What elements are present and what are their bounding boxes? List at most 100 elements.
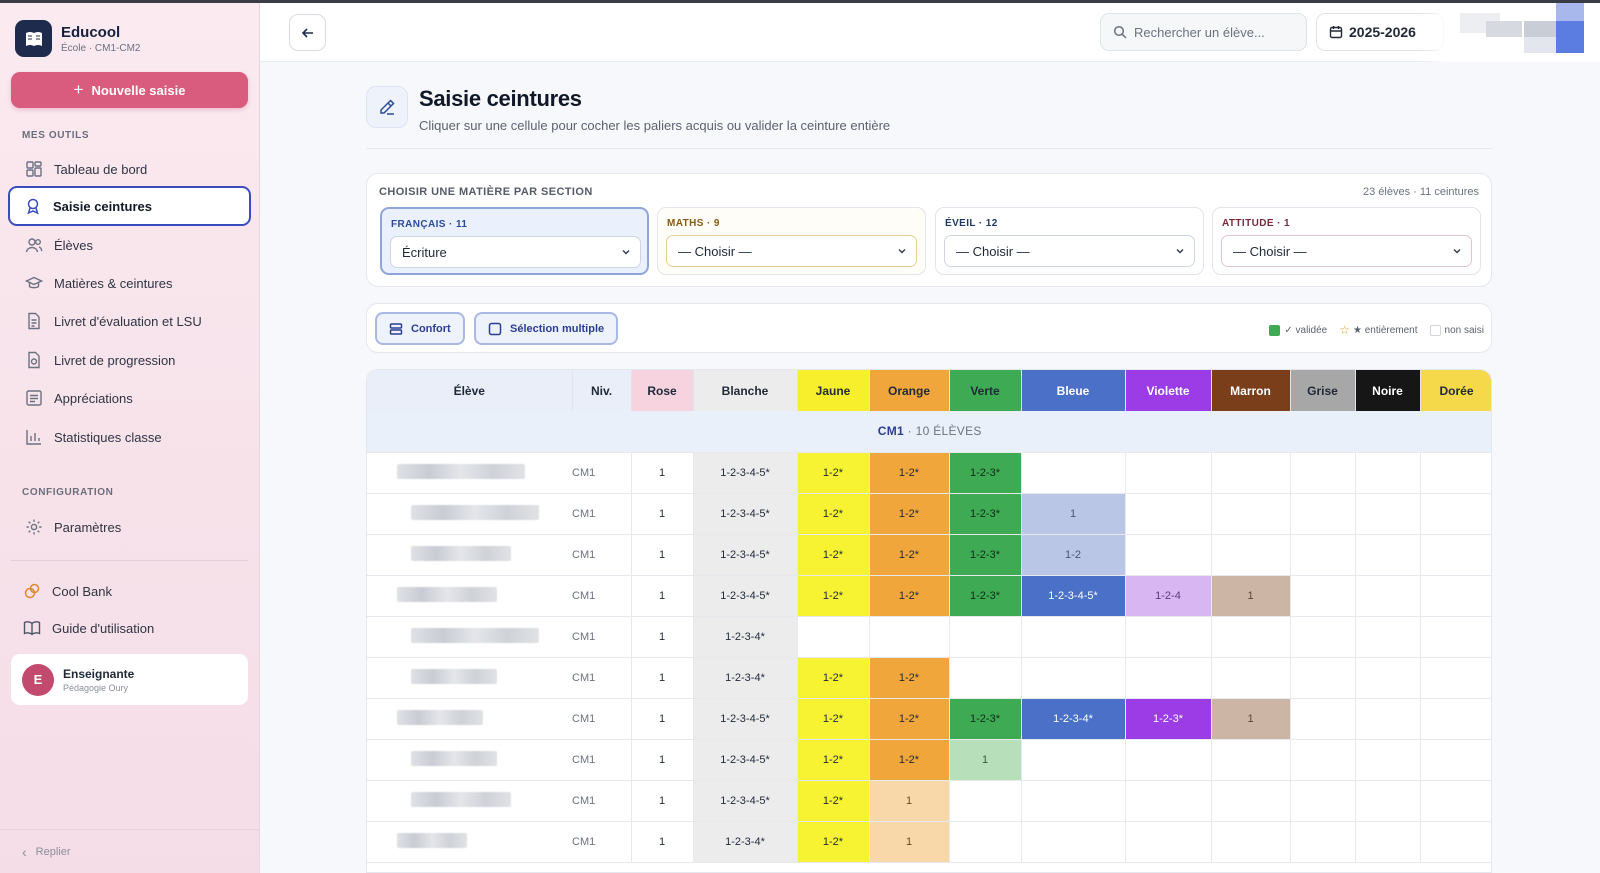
collapse-sidebar-button[interactable]: ‹ Replier	[0, 829, 260, 873]
belt-cell-verte[interactable]	[949, 657, 1022, 699]
belt-cell-noire[interactable]	[1355, 698, 1421, 740]
student-name-cell[interactable]	[367, 534, 572, 576]
comfort-mode-button[interactable]: Confort	[375, 312, 465, 345]
belt-cell-violette[interactable]	[1125, 657, 1212, 699]
belt-cell-violette[interactable]: 1-2-3*	[1125, 698, 1212, 740]
belt-cell-bleue[interactable]: 1	[1021, 493, 1126, 535]
back-button[interactable]	[289, 14, 326, 51]
belt-cell-verte[interactable]: 1-2-3*	[949, 534, 1022, 576]
belt-cell-verte[interactable]	[949, 821, 1022, 863]
belt-cell-verte[interactable]: 1-2-3*	[949, 698, 1022, 740]
belt-cell-violette[interactable]	[1125, 616, 1212, 658]
sidebar-item-statistics[interactable]: Statistiques classe	[11, 417, 251, 457]
sidebar-item-progress-booklet[interactable]: Livret de progression	[11, 340, 251, 380]
belt-cell-grise[interactable]	[1290, 821, 1356, 863]
belt-cell-rose[interactable]: 1	[631, 452, 694, 494]
belt-cell-jaune[interactable]: 1-2*	[797, 452, 870, 494]
belt-cell-blanche[interactable]: 1-2-3-4-5*	[693, 780, 798, 822]
belt-cell-violette[interactable]	[1125, 780, 1212, 822]
sidebar-item-dashboard[interactable]: Tableau de bord	[11, 149, 251, 189]
belt-cell-rose[interactable]: 1	[631, 575, 694, 617]
belt-cell-jaune[interactable]: 1-2*	[797, 698, 870, 740]
belt-cell-grise[interactable]	[1290, 616, 1356, 658]
belt-cell-orange[interactable]	[869, 616, 950, 658]
belt-cell-doree[interactable]	[1420, 821, 1491, 863]
belt-cell-doree[interactable]	[1420, 780, 1491, 822]
belt-cell-rose[interactable]: 1	[631, 780, 694, 822]
belt-cell-rose[interactable]: 1	[631, 657, 694, 699]
belt-cell-marron[interactable]	[1211, 780, 1291, 822]
sidebar-item-settings[interactable]: Paramètres	[11, 507, 251, 547]
belt-cell-grise[interactable]	[1290, 493, 1356, 535]
student-name-cell[interactable]	[367, 616, 572, 658]
belt-cell-blanche[interactable]: 1-2-3-4-5*	[693, 575, 798, 617]
belt-cell-violette[interactable]	[1125, 821, 1212, 863]
student-search-input[interactable]: Rechercher un élève...	[1100, 13, 1307, 51]
subject-select-francais[interactable]: Écriture	[390, 236, 641, 268]
belt-cell-bleue[interactable]	[1021, 616, 1126, 658]
belt-cell-violette[interactable]	[1125, 739, 1212, 781]
belt-cell-jaune[interactable]: 1-2*	[797, 493, 870, 535]
belt-cell-orange[interactable]: 1	[869, 780, 950, 822]
belt-cell-blanche[interactable]: 1-2-3-4-5*	[693, 739, 798, 781]
brand[interactable]: Educool École · CM1-CM2	[15, 20, 140, 57]
belt-cell-rose[interactable]: 1	[631, 698, 694, 740]
sidebar-item-students[interactable]: Élèves	[11, 225, 251, 265]
belt-cell-blanche[interactable]: 1-2-3-4-5*	[693, 698, 798, 740]
subject-card-eveil[interactable]: ÉVEIL · 12 — Choisir —	[935, 207, 1204, 275]
student-name-cell[interactable]	[367, 739, 572, 781]
belt-cell-bleue[interactable]	[1021, 739, 1126, 781]
belt-cell-jaune[interactable]	[797, 616, 870, 658]
belt-cell-rose[interactable]: 1	[631, 493, 694, 535]
belt-cell-noire[interactable]	[1355, 452, 1421, 494]
belt-cell-jaune[interactable]: 1-2*	[797, 780, 870, 822]
belt-cell-noire[interactable]	[1355, 616, 1421, 658]
belt-cell-noire[interactable]	[1355, 493, 1421, 535]
user-card[interactable]: E Enseignante Pédagogie Oury	[11, 654, 248, 705]
belt-cell-rose[interactable]: 1	[631, 821, 694, 863]
belt-cell-orange[interactable]: 1-2*	[869, 493, 950, 535]
subject-card-maths[interactable]: MATHS · 9 — Choisir —	[657, 207, 926, 275]
student-name-cell[interactable]	[367, 575, 572, 617]
belt-cell-violette[interactable]	[1125, 493, 1212, 535]
belt-cell-grise[interactable]	[1290, 698, 1356, 740]
sidebar-item-belt-entry[interactable]: Saisie ceintures	[8, 186, 251, 226]
belt-cell-bleue[interactable]: 1-2-3-4-5*	[1021, 575, 1126, 617]
belt-cell-grise[interactable]	[1290, 657, 1356, 699]
belt-cell-bleue[interactable]	[1021, 821, 1126, 863]
belt-cell-blanche[interactable]: 1-2-3-4*	[693, 616, 798, 658]
belt-cell-rose[interactable]: 1	[631, 739, 694, 781]
new-entry-button[interactable]: + Nouvelle saisie	[11, 72, 248, 108]
belt-cell-orange[interactable]: 1-2*	[869, 452, 950, 494]
belt-cell-doree[interactable]	[1420, 657, 1491, 699]
belt-cell-verte[interactable]	[949, 780, 1022, 822]
student-name-cell[interactable]	[367, 698, 572, 740]
belt-cell-marron[interactable]: 1	[1211, 575, 1291, 617]
belt-cell-grise[interactable]	[1290, 780, 1356, 822]
belt-cell-blanche[interactable]: 1-2-3-4-5*	[693, 493, 798, 535]
belt-cell-doree[interactable]	[1420, 452, 1491, 494]
belt-cell-noire[interactable]	[1355, 821, 1421, 863]
belt-cell-verte[interactable]: 1-2-3*	[949, 452, 1022, 494]
belt-cell-grise[interactable]	[1290, 534, 1356, 576]
belt-cell-marron[interactable]	[1211, 821, 1291, 863]
student-name-cell[interactable]	[367, 657, 572, 699]
belt-cell-blanche[interactable]: 1-2-3-4-5*	[693, 534, 798, 576]
belt-cell-noire[interactable]	[1355, 534, 1421, 576]
belt-cell-rose[interactable]: 1	[631, 534, 694, 576]
student-name-cell[interactable]	[367, 821, 572, 863]
belt-cell-doree[interactable]	[1420, 739, 1491, 781]
sidebar-item-subjects[interactable]: Matières & ceintures	[11, 263, 251, 303]
belt-cell-blanche[interactable]: 1-2-3-4*	[693, 821, 798, 863]
sidebar-item-cool-bank[interactable]: Cool Bank	[11, 571, 251, 611]
belt-cell-doree[interactable]	[1420, 698, 1491, 740]
belt-cell-jaune[interactable]: 1-2*	[797, 575, 870, 617]
belt-cell-blanche[interactable]: 1-2-3-4*	[693, 657, 798, 699]
belt-cell-jaune[interactable]: 1-2*	[797, 821, 870, 863]
belt-cell-noire[interactable]	[1355, 780, 1421, 822]
belt-cell-marron[interactable]	[1211, 616, 1291, 658]
belt-cell-violette[interactable]	[1125, 534, 1212, 576]
subject-select-attitude[interactable]: — Choisir —	[1221, 235, 1472, 267]
belt-cell-bleue[interactable]: 1-2	[1021, 534, 1126, 576]
belt-cell-verte[interactable]: 1-2-3*	[949, 575, 1022, 617]
